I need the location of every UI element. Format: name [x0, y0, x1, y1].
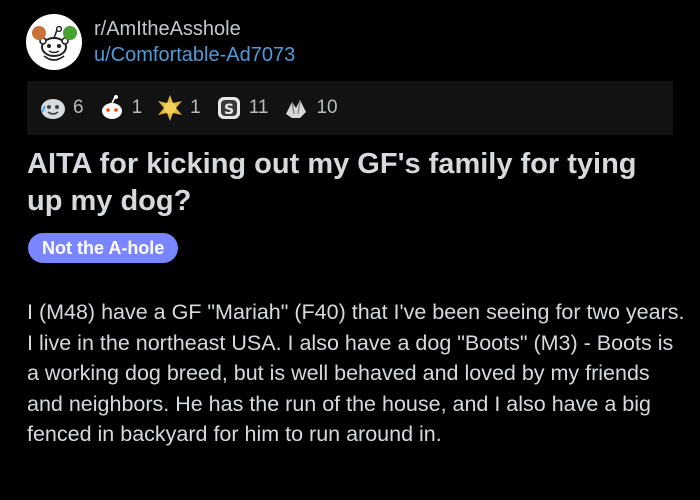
post-header: r/AmItheAsshole u/Comfortable-Ad7073 [26, 14, 295, 70]
award-count: 1 [190, 97, 201, 118]
award-item[interactable]: 1 [98, 94, 143, 122]
award-item[interactable]: 6 [39, 94, 84, 122]
award-count: 11 [248, 97, 269, 118]
subreddit-avatar-icon[interactable] [26, 14, 82, 70]
awards-bar[interactable]: 6 1 1 S 11 10 [27, 81, 673, 135]
heart-badge-icon [32, 26, 46, 40]
check-badge-icon [63, 26, 77, 40]
face-tears-award-icon [39, 94, 67, 122]
subreddit-name[interactable]: r/AmItheAsshole [94, 17, 295, 41]
svg-text:S: S [224, 102, 234, 118]
hands-award-icon [282, 94, 310, 122]
s-coin-award-icon: S [215, 94, 243, 122]
award-item[interactable]: S 11 [215, 94, 269, 122]
snoo-award-icon [98, 94, 126, 122]
post-title[interactable]: AITA for kicking out my GF's family for … [27, 146, 677, 220]
award-count: 1 [131, 97, 143, 118]
award-item[interactable]: 1 [156, 94, 201, 122]
award-item[interactable]: 10 [282, 94, 338, 122]
award-count: 10 [316, 97, 338, 118]
post-body: I (M48) have a GF "Mariah" (F40) that I'… [27, 300, 685, 446]
post-flair[interactable]: Not the A-hole [28, 233, 179, 263]
author-username[interactable]: u/Comfortable-Ad7073 [94, 43, 295, 67]
award-count: 6 [73, 97, 84, 118]
gold-burst-award-icon [156, 94, 184, 122]
